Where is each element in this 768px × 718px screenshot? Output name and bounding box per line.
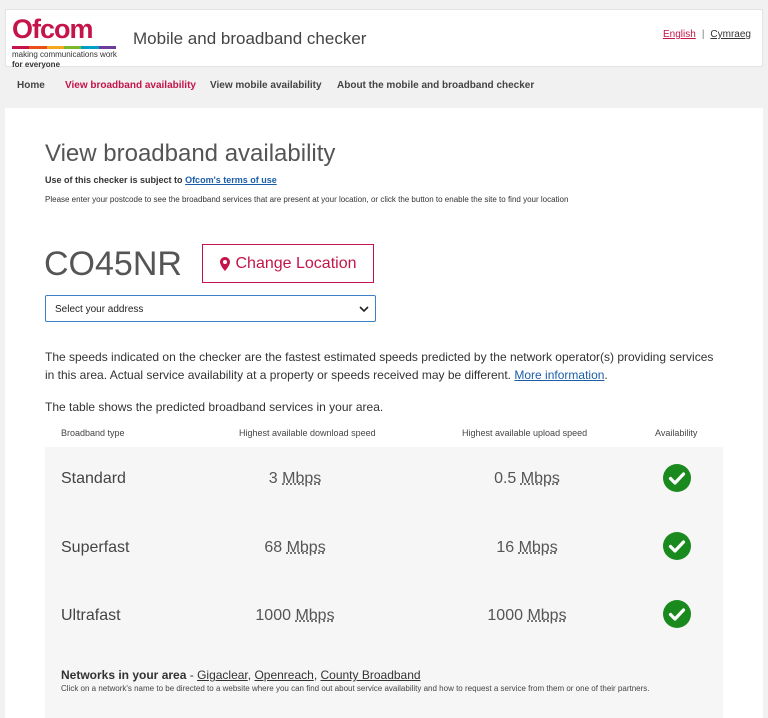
lang-separator: | — [701, 29, 705, 40]
logo-color-bar — [12, 46, 116, 49]
row-type-superfast: Superfast — [61, 539, 130, 556]
upload-value: 1000 — [487, 607, 523, 624]
row-upload-superfast: 16 Mbps — [437, 539, 617, 557]
nav-view-broadband[interactable]: View broadband availability — [65, 80, 196, 91]
terms-notice: Use of this checker is subject to Ofcom'… — [45, 175, 277, 185]
speeds-disclaimer: The speeds indicated on the checker are … — [45, 348, 725, 384]
change-location-button[interactable]: Change Location — [202, 244, 374, 283]
networks-note: Click on a network's name to be directed… — [61, 684, 650, 693]
row-type-standard: Standard — [61, 470, 126, 487]
header-upload-speed: Highest available upload speed — [462, 428, 588, 438]
table-intro: The table shows the predicted broadband … — [45, 400, 384, 414]
upload-unit: Mbps — [518, 539, 558, 556]
main-nav: Home View broadband availability View mo… — [5, 69, 763, 103]
upload-value: 0.5 — [494, 470, 517, 487]
instructions-text: Please enter your postcode to see the br… — [45, 195, 569, 204]
download-value: 3 — [268, 470, 278, 487]
speeds-text: The speeds indicated on the checker are … — [45, 350, 714, 382]
lang-english-link[interactable]: English — [663, 29, 696, 40]
site-header: Ofcom making communications work for eve… — [5, 9, 763, 69]
check-circle-icon — [663, 464, 691, 492]
row-type-ultrafast: Ultrafast — [61, 607, 121, 624]
network-link-county-broadband[interactable]: County Broadband — [320, 668, 420, 682]
upload-unit: Mbps — [520, 470, 560, 487]
check-circle-icon — [663, 600, 691, 628]
row-download-standard: 3 Mbps — [205, 470, 385, 488]
nav-view-mobile[interactable]: View mobile availability — [210, 80, 322, 91]
row-download-ultrafast: 1000 Mbps — [205, 607, 385, 625]
nav-home[interactable]: Home — [17, 80, 45, 91]
network-link-openreach[interactable]: Openreach — [254, 668, 313, 682]
download-value: 68 — [264, 539, 283, 556]
speeds-period: . — [604, 368, 608, 382]
row-upload-ultrafast: 1000 Mbps — [437, 607, 617, 625]
postcode-display: CO45NR — [44, 245, 182, 283]
address-select[interactable]: Select your address — [45, 295, 376, 322]
main-content: View broadband availability Use of this … — [5, 108, 763, 718]
page-title: View broadband availability — [45, 140, 336, 167]
terms-prefix: Use of this checker is subject to — [45, 175, 183, 185]
networks-label: Networks in your area — [61, 668, 187, 682]
row-download-superfast: 68 Mbps — [205, 539, 385, 557]
map-pin-icon — [219, 256, 230, 271]
app-title: Mobile and broadband checker — [133, 29, 367, 48]
lang-cymraeg-link[interactable]: Cymraeg — [710, 29, 751, 40]
networks-line: Networks in your area - Gigaclear, Openr… — [61, 668, 421, 682]
logo-wordmark: Ofcom — [12, 14, 94, 44]
networks-dash: - — [186, 668, 198, 682]
row-upload-standard: 0.5 Mbps — [437, 470, 617, 488]
change-location-label: Change Location — [235, 254, 357, 272]
address-select-value: Select your address — [55, 304, 144, 315]
upload-value: 16 — [496, 539, 515, 556]
more-information-link[interactable]: More information — [514, 368, 604, 382]
chevron-down-icon — [359, 306, 369, 313]
terms-link[interactable]: Ofcom's terms of use — [185, 175, 277, 185]
language-switcher: English | Cymraeg — [663, 29, 751, 40]
network-link-gigaclear[interactable]: Gigaclear — [197, 668, 248, 682]
check-circle-icon — [663, 532, 691, 560]
download-value: 1000 — [255, 607, 291, 624]
upload-unit: Mbps — [527, 607, 567, 624]
logo-tagline: making communications work — [12, 50, 117, 59]
header-availability: Availability — [655, 428, 698, 438]
download-unit: Mbps — [295, 607, 335, 624]
nav-about[interactable]: About the mobile and broadband checker — [337, 80, 534, 91]
ofcom-logo[interactable]: Ofcom making communications work for eve… — [12, 14, 122, 69]
download-unit: Mbps — [282, 470, 322, 487]
header-download-speed: Highest available download speed — [239, 428, 376, 438]
header-broadband-type: Broadband type — [61, 428, 125, 438]
download-unit: Mbps — [286, 539, 326, 556]
logo-tagline-bold: for everyone — [12, 60, 61, 69]
